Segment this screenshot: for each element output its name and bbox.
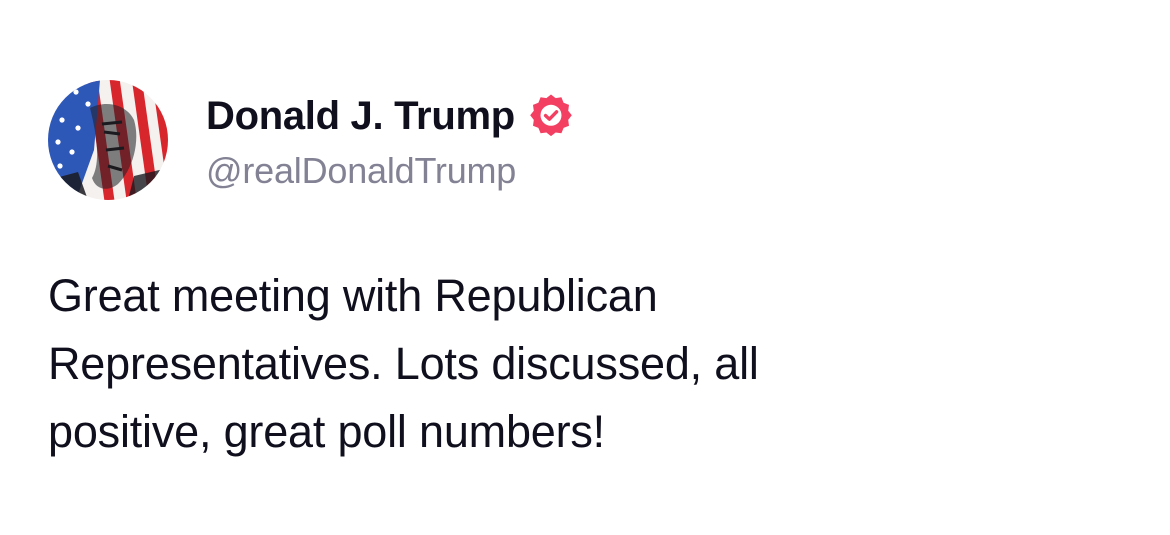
author-handle[interactable]: @realDonaldTrump bbox=[206, 150, 575, 192]
post-text-line: positive, great poll numbers! bbox=[48, 406, 605, 457]
post-text-line: Representatives. Lots discussed, all bbox=[48, 338, 759, 389]
post-card: Donald J. Trump @realDonaldTrump Great m… bbox=[0, 0, 1170, 535]
avatar[interactable] bbox=[48, 80, 168, 200]
name-row: Donald J. Trump bbox=[206, 88, 575, 144]
post-text: Great meeting with Republican Representa… bbox=[48, 262, 1048, 466]
author-info: Donald J. Trump @realDonaldTrump bbox=[206, 88, 575, 192]
post-text-line: Great meeting with Republican bbox=[48, 270, 658, 321]
avatar-image bbox=[48, 80, 168, 200]
author-display-name[interactable]: Donald J. Trump bbox=[206, 94, 515, 139]
verified-check-badge-icon bbox=[527, 92, 575, 140]
post-header: Donald J. Trump @realDonaldTrump bbox=[48, 80, 575, 200]
